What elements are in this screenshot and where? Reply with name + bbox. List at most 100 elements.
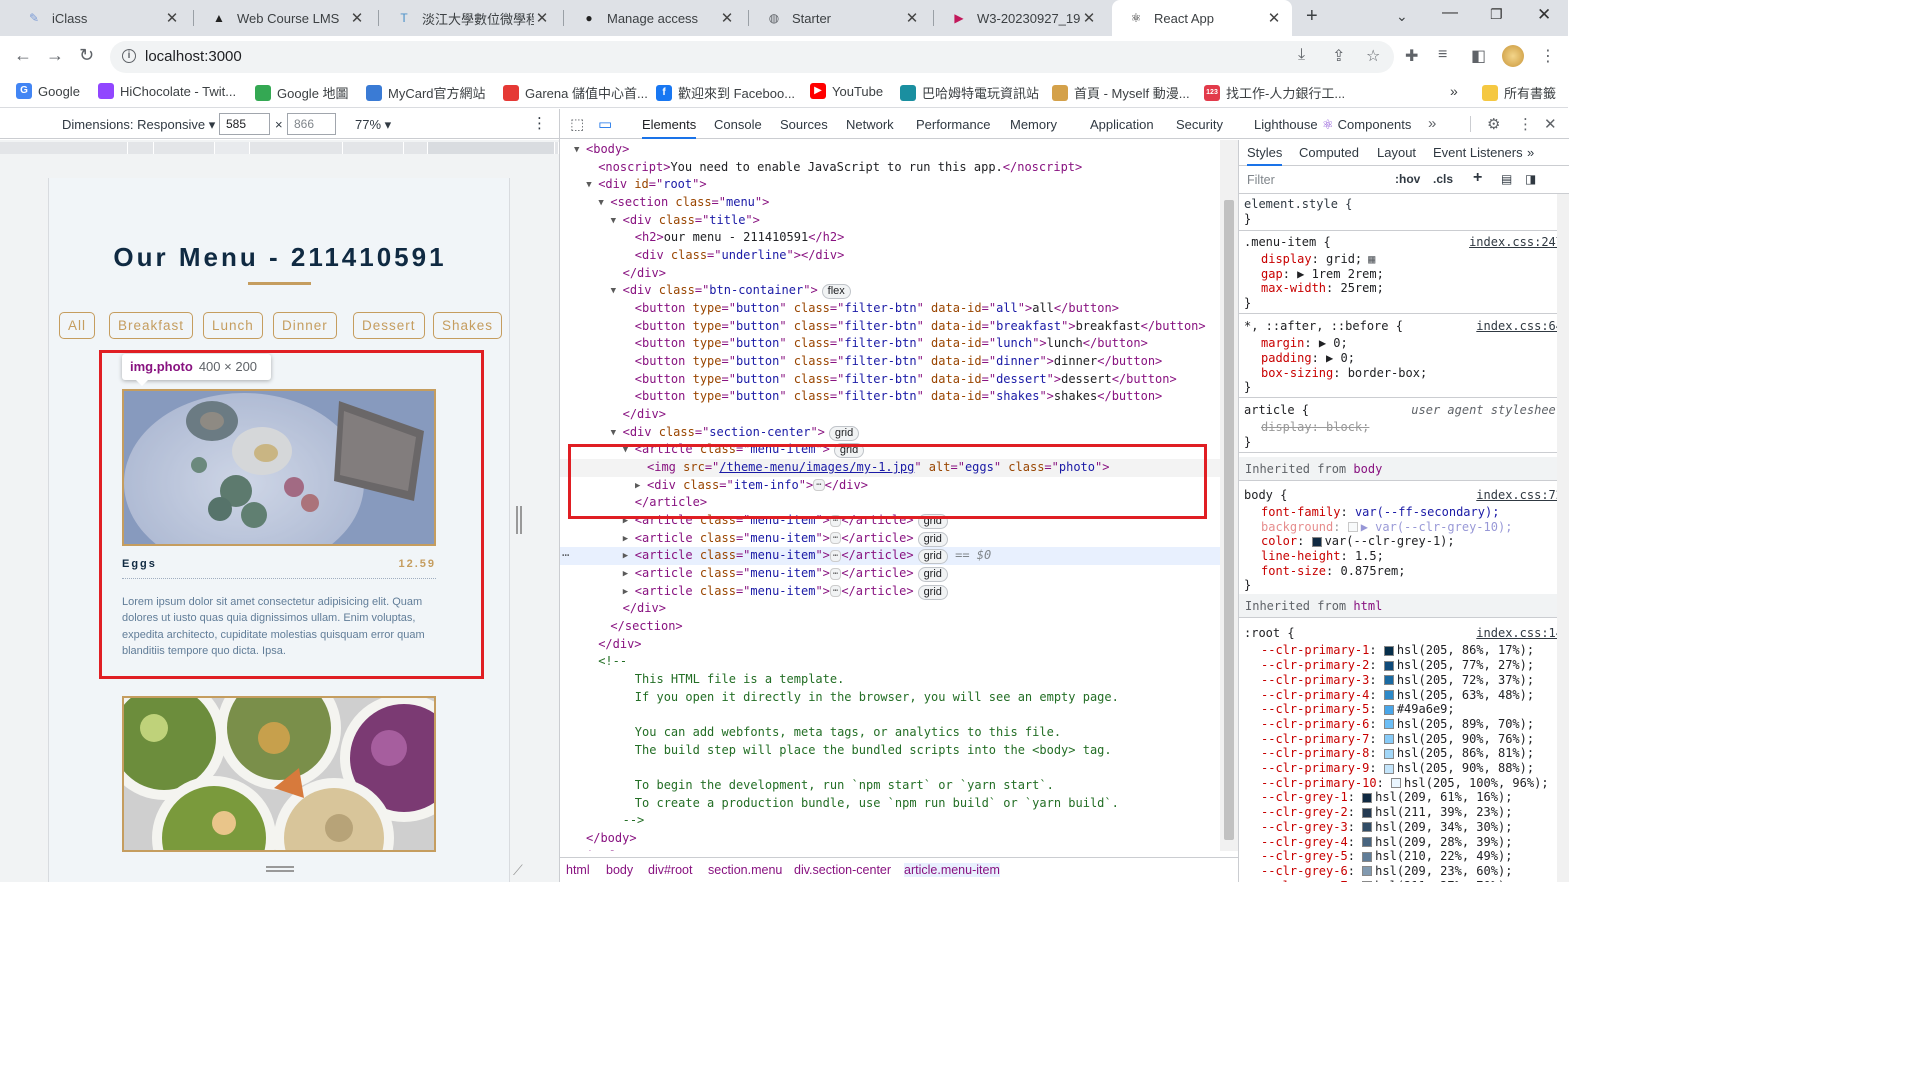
dom-node-line[interactable]: <button type="button" class="filter-btn"… (560, 335, 1220, 353)
css-variable[interactable]: --clr-grey-1: hsl(209, 61%, 16%); (1261, 790, 1512, 805)
color-swatch[interactable] (1347, 522, 1358, 533)
color-swatch[interactable] (1383, 690, 1394, 700)
computed-sidebar-icon[interactable]: ◨ (1525, 172, 1536, 186)
css-property[interactable]: display: grid; ▦ (1261, 252, 1375, 267)
bookmark-3[interactable]: Google 地圖 (255, 83, 349, 102)
color-swatch[interactable] (1362, 851, 1373, 862)
inspect-element-icon[interactable]: ⬚ (570, 115, 584, 133)
devtools-tab-sources[interactable]: Sources (780, 109, 828, 139)
new-rule-icon[interactable]: + (1473, 169, 1482, 187)
new-tab-icon[interactable]: + (1306, 5, 1318, 28)
bookmark-4[interactable]: MyCard官方網站 (366, 83, 486, 102)
dom-node-line[interactable]: ▶ <article class="menu-item"> ⋯ </article> g… (560, 583, 1220, 601)
css-variable[interactable]: --clr-primary-2: hsl(205, 77%, 27%); (1261, 658, 1534, 673)
dom-node-line[interactable] (560, 706, 1220, 724)
dom-node-line[interactable]: </html> (560, 848, 1220, 851)
dom-node-line[interactable]: This HTML file is a template. (560, 671, 1220, 689)
css-property[interactable]: background: ▶ var(--clr-grey-10); (1261, 520, 1512, 535)
address-bar[interactable]: i localhost:3000 ⤓ ⇪ ☆ (110, 41, 1394, 73)
color-swatch[interactable] (1362, 866, 1373, 877)
url-text[interactable]: localhost:3000 (145, 48, 242, 65)
layout-badge[interactable]: grid (917, 567, 948, 583)
viewport-side-resize-handle[interactable] (516, 506, 522, 534)
layout-badge[interactable]: grid (917, 531, 948, 547)
color-swatch[interactable] (1362, 807, 1373, 818)
dom-node-line[interactable]: You can add webfonts, meta tags, or anal… (560, 724, 1220, 742)
elements-scrollbar[interactable] (1220, 140, 1238, 851)
dom-node-line[interactable]: <button type="button" class="filter-btn"… (560, 300, 1220, 318)
paint-icon[interactable]: ▤ (1501, 172, 1512, 186)
dom-node-line[interactable]: ▼ <div id="root"> (560, 176, 1220, 194)
device-toggle-icon[interactable]: ▭ (598, 115, 612, 133)
breadcrumb-2[interactable]: body (606, 863, 633, 877)
viewport-bottom-resize-handle[interactable] (266, 866, 294, 872)
dom-token[interactable]: ⋯ (829, 585, 842, 598)
breadcrumb-4[interactable]: section.menu (708, 863, 782, 877)
grid-editor-icon[interactable]: ▦ (1368, 252, 1375, 266)
breadcrumb-3[interactable]: div#root (648, 863, 692, 877)
css-property[interactable]: margin: ▶ 0; (1261, 336, 1348, 351)
media-query-ruler[interactable] (0, 140, 559, 156)
bookmark-5[interactable]: Garena 儲值中心首... (503, 83, 648, 102)
styles-filter-input[interactable]: Filter (1247, 173, 1275, 187)
browser-tab-4[interactable]: ● Manage access ✕ (565, 0, 745, 36)
browser-tab-2[interactable]: ▲ Web Course LMS ✕ (195, 0, 375, 36)
devtools-kebab-icon[interactable]: ⋮ (1518, 115, 1533, 133)
all-bookmarks-button[interactable]: 所有書籤 (1482, 83, 1556, 102)
css-property[interactable]: padding: ▶ 0; (1261, 351, 1355, 366)
css-variable[interactable]: --clr-grey-2: hsl(211, 39%, 23%); (1261, 805, 1512, 820)
css-variable[interactable]: --clr-primary-3: hsl(205, 72%, 37%); (1261, 673, 1534, 688)
css-property[interactable]: font-family: var(--ff-secondary); (1261, 505, 1499, 520)
dom-node-line[interactable]: ▶ <article class="menu-item"> ⋯ </article> g… (560, 565, 1220, 583)
bookmark-6[interactable]: f 歡迎來到 Faceboo... (656, 83, 795, 102)
css-property[interactable]: display: block; (1261, 420, 1369, 435)
breadcrumb-5[interactable]: div.section-center (794, 863, 891, 877)
dom-node-line[interactable]: <button type="button" class="filter-btn"… (560, 353, 1220, 371)
css-variable[interactable]: --clr-grey-7: hsl(211, 27%, 70%); (1261, 879, 1512, 882)
minimize-icon[interactable]: — (1442, 4, 1458, 22)
dom-node-line[interactable]: To begin the development, run `npm start… (560, 777, 1220, 795)
dom-node-line[interactable]: ▼ <div class="title"> (560, 212, 1220, 230)
back-icon[interactable]: ← (14, 45, 32, 66)
css-variable[interactable]: --clr-primary-7: hsl(205, 90%, 76%); (1261, 732, 1534, 747)
dom-node-line[interactable]: <button type="button" class="filter-btn"… (560, 318, 1220, 336)
bookmark-8[interactable]: 巴哈姆特電玩資訊站 (900, 83, 1039, 102)
color-swatch[interactable] (1383, 660, 1394, 671)
browser-tab-5[interactable]: ◍ Starter ✕ (750, 0, 930, 36)
devtools-tab-lighthouse[interactable]: Lighthouse (1254, 109, 1318, 139)
rule-source-link[interactable]: index.css:72 (1476, 488, 1563, 502)
styles-tab-computed[interactable]: Computed (1299, 145, 1359, 160)
dom-node-line[interactable]: ▶ <article class="menu-item"> ⋯ </article> g… (560, 547, 1220, 566)
expand-toggle-icon[interactable]: ▼ (586, 177, 591, 195)
filter-button-breakfast[interactable]: Breakfast (109, 312, 194, 339)
dom-node-line[interactable]: </div> (560, 636, 1220, 654)
close-tab-icon[interactable]: ✕ (164, 9, 180, 27)
expand-toggle-icon[interactable]: ▶ (623, 584, 628, 602)
filter-button-dinner[interactable]: Dinner (273, 312, 337, 339)
css-variable[interactable]: --clr-grey-6: hsl(209, 23%, 60%); (1261, 864, 1512, 879)
bookmark-2[interactable]: HiChocolate - Twit... (98, 83, 236, 99)
node-actions-icon[interactable]: ⋯ (562, 547, 569, 565)
site-info-icon[interactable]: i (122, 49, 136, 63)
bookmarks-overflow-button[interactable]: » (1450, 83, 1458, 99)
dimensions-dropdown[interactable]: Dimensions: Responsive ▾ (62, 117, 215, 133)
devtools-tab-console[interactable]: Console (714, 109, 762, 139)
color-swatch[interactable] (1383, 704, 1394, 715)
layout-badge[interactable]: grid (917, 584, 948, 600)
devtools-tab-application[interactable]: Application (1090, 109, 1154, 139)
close-tab-icon[interactable]: ✕ (904, 9, 920, 27)
styles-tab-layout[interactable]: Layout (1377, 145, 1416, 160)
dom-node-line[interactable]: </div> (560, 406, 1220, 424)
device-more-icon[interactable]: ⋮ (532, 114, 547, 132)
width-input[interactable]: 585 (219, 113, 270, 135)
css-variable[interactable]: --clr-primary-9: hsl(205, 90%, 88%); (1261, 761, 1534, 776)
media-icon[interactable]: ≡ (1438, 46, 1447, 64)
css-property[interactable]: box-sizing: border-box; (1261, 366, 1427, 381)
dom-node-line[interactable]: <noscript>You need to enable JavaScript … (560, 159, 1220, 177)
close-devtools-icon[interactable]: ✕ (1544, 115, 1557, 133)
bookmark-10[interactable]: 123 找工作-人力銀行工... (1204, 83, 1345, 102)
dom-node-line[interactable]: ▼ <body> (560, 141, 1220, 159)
height-input[interactable]: 866 (287, 113, 336, 135)
browser-tab-7[interactable]: ⚛ React App ✕ (1112, 0, 1292, 36)
filter-button-all[interactable]: All (59, 312, 96, 339)
